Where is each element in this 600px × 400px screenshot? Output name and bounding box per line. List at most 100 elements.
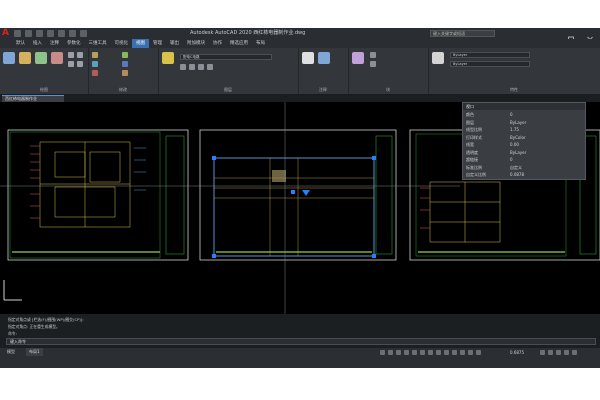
property-row[interactable]: 透明度 ByLayer [466, 150, 582, 157]
ribbon-tab[interactable]: 默认 [12, 39, 29, 48]
tab-model[interactable]: 模型 [4, 348, 18, 356]
rotate-icon[interactable] [122, 52, 128, 58]
property-row[interactable]: 图层 ByLayer [466, 120, 582, 127]
lineweight-icon[interactable] [428, 350, 433, 355]
rectangle-icon[interactable] [68, 52, 74, 58]
osnap-icon[interactable] [412, 350, 417, 355]
otrack-icon[interactable] [420, 350, 425, 355]
property-value[interactable]: ByColor [510, 135, 526, 140]
transparency-icon[interactable] [436, 350, 441, 355]
color-dropdown[interactable]: ByLayer [450, 52, 530, 58]
new-icon[interactable] [14, 30, 21, 37]
stretch-icon[interactable] [92, 70, 98, 76]
ribbon-tab[interactable]: 协作 [209, 39, 226, 48]
property-value[interactable]: 自定义 [510, 165, 522, 171]
ribbon-tab[interactable]: 插入 [29, 39, 46, 48]
create-block-icon[interactable] [370, 52, 376, 58]
layer-lock-icon[interactable] [207, 64, 213, 70]
ortho-icon[interactable] [396, 350, 401, 355]
property-value[interactable]: 0 [510, 157, 513, 162]
hardware-accel-icon[interactable] [556, 350, 561, 355]
ribbon-tab[interactable]: 注释 [46, 39, 63, 48]
match-properties-icon[interactable] [432, 52, 444, 64]
dimension-icon[interactable] [318, 52, 330, 64]
search-input[interactable]: 键入关键字或短语 [430, 30, 495, 37]
property-value[interactable]: 1.75 [510, 127, 519, 132]
workspace-icon[interactable] [460, 350, 465, 355]
hatch-icon[interactable] [77, 52, 83, 58]
layer-freeze-icon[interactable] [198, 64, 204, 70]
edit-block-icon[interactable] [370, 61, 376, 67]
line-icon[interactable] [3, 52, 15, 64]
layer-dropdown[interactable]: 配电C电路 [180, 54, 272, 60]
properties-palette[interactable]: 视口 颜色 0 图层 ByLayer 线型比例 1.75 打印样式 ByColor 线宽 0.00… [462, 102, 586, 180]
polar-icon[interactable] [404, 350, 409, 355]
move-icon[interactable] [92, 52, 98, 58]
units-icon[interactable] [468, 350, 473, 355]
ribbon-tab[interactable]: 可视化 [111, 39, 133, 48]
grip-icon[interactable] [372, 156, 376, 160]
property-row[interactable]: 标准比例 自定义 [466, 165, 582, 172]
customization-icon[interactable] [572, 350, 577, 355]
ribbon-tab[interactable]: 参数化 [63, 39, 85, 48]
command-input[interactable]: 键入命令 [6, 338, 596, 345]
ribbon-tab[interactable]: 附加模块 [183, 39, 209, 48]
open-icon[interactable] [25, 30, 32, 37]
snap-icon[interactable] [388, 350, 393, 355]
document-tab[interactable]: 西红柿电器制作业 [2, 95, 64, 102]
minimize-button[interactable] [546, 29, 558, 41]
ribbon-tab[interactable]: 视图 [132, 39, 149, 48]
property-value[interactable]: ByLayer [510, 120, 526, 125]
property-row[interactable]: 超链接 0 [466, 157, 582, 164]
ellipse-icon[interactable] [68, 61, 74, 67]
grip-icon[interactable] [372, 254, 376, 258]
ribbon-tab[interactable]: 三维工具 [85, 39, 111, 48]
layer-state-icon[interactable] [180, 64, 186, 70]
mirror-icon[interactable] [122, 61, 128, 67]
property-row[interactable]: 打印样式 ByColor [466, 135, 582, 142]
quick-properties-icon[interactable] [476, 350, 481, 355]
tab-layout1[interactable]: 布局1 [26, 348, 43, 356]
ribbon-tab[interactable]: 输出 [166, 39, 183, 48]
grip-icon[interactable] [212, 254, 216, 258]
clean-screen-icon[interactable] [564, 350, 569, 355]
linetype-dropdown[interactable]: ByLayer [450, 61, 530, 67]
annotation-icon[interactable] [452, 350, 457, 355]
layer-icon[interactable] [162, 52, 174, 64]
property-value[interactable]: ByLayer [510, 150, 526, 155]
grip-icon[interactable] [291, 190, 295, 194]
ribbon-tab[interactable]: 布局 [252, 39, 269, 48]
drawing-canvas[interactable]: 视口 颜色 0 图层 ByLayer 线型比例 1.75 打印样式 ByColor 线宽 0.00… [0, 102, 600, 314]
polyline-icon[interactable] [19, 52, 31, 64]
property-row[interactable]: 线型比例 1.75 [466, 127, 582, 134]
grip-icon[interactable] [212, 156, 216, 160]
ribbon-tab[interactable]: 管理 [149, 39, 166, 48]
property-value[interactable]: 0.00 [510, 142, 519, 147]
property-value[interactable]: 0.0878 [510, 172, 524, 177]
text-icon[interactable] [302, 52, 314, 64]
spline-icon[interactable] [77, 61, 83, 67]
arc-icon[interactable] [51, 52, 63, 64]
grid-icon[interactable] [380, 350, 385, 355]
annotation-scale-icon[interactable] [540, 350, 545, 355]
print-icon[interactable] [58, 30, 65, 37]
selection-cycling-icon[interactable] [444, 350, 449, 355]
autocad-logo-icon[interactable]: A [2, 29, 12, 38]
isolate-icon[interactable] [548, 350, 553, 355]
undo-icon[interactable] [69, 30, 76, 37]
property-row[interactable]: 颜色 0 [466, 112, 582, 119]
zoom-readout[interactable]: 0.6875 [510, 349, 524, 356]
property-value[interactable]: 0 [510, 112, 513, 117]
maximize-button[interactable] [565, 29, 577, 43]
insert-block-icon[interactable] [352, 52, 364, 64]
ribbon-tab[interactable]: 精选应用 [226, 39, 252, 48]
scale-icon[interactable] [122, 70, 128, 76]
property-row[interactable]: 线宽 0.00 [466, 142, 582, 149]
copy-icon[interactable] [92, 61, 98, 67]
viewport-scale-grip-icon[interactable] [302, 190, 310, 196]
circle-icon[interactable] [35, 52, 47, 64]
redo-icon[interactable] [80, 30, 87, 37]
save-icon[interactable] [36, 30, 43, 37]
saveas-icon[interactable] [47, 30, 54, 37]
close-button[interactable] [584, 29, 596, 43]
